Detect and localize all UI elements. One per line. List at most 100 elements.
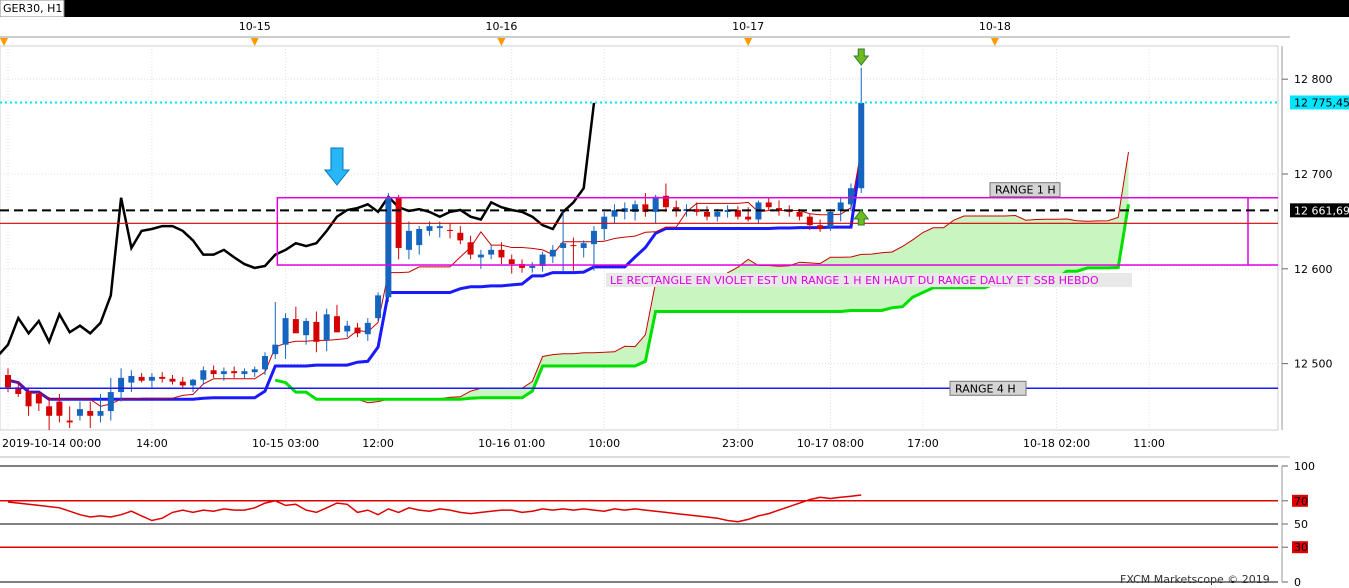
rsi-tick-label: 100: [1294, 460, 1315, 473]
black-line-tag: 12 661,69: [1290, 203, 1349, 218]
candle-body: [498, 249, 505, 258]
candle-body: [118, 377, 125, 393]
candle-body: [35, 393, 42, 404]
candle-body: [385, 197, 392, 298]
chart-canvas: GER30, H1 10-15 10-16 10-17 10-18 RANGE 1 H…: [0, 0, 1349, 588]
time-axis-label: 2019-10-14 00:00: [2, 437, 101, 450]
candle-body: [231, 371, 238, 374]
candle-body: [169, 378, 176, 382]
candle-body: [354, 327, 361, 334]
time-axis-label: 11:00: [1133, 437, 1165, 450]
candle-body: [416, 228, 423, 246]
candle-body: [66, 420, 73, 423]
candle-body: [560, 243, 567, 248]
range-4h-label: RANGE 4 H: [949, 380, 1027, 396]
date-header: [0, 17, 1290, 37]
candle-body: [87, 411, 94, 416]
candle-body: [447, 229, 454, 231]
candle-body: [477, 254, 484, 258]
price-tick-label: 12 700: [1294, 168, 1333, 181]
date-marker-triangle: [497, 38, 506, 46]
date-header-label: 10-18: [979, 20, 1011, 33]
rsi-tick-label: 0: [1294, 576, 1301, 588]
candle-body: [590, 230, 597, 245]
candle-body: [97, 411, 104, 416]
range-note: LE RECTANGLE EN VIOLET EST UN RANGE 1 H …: [606, 273, 1132, 288]
candle-body: [549, 249, 556, 257]
candle-body: [817, 225, 824, 229]
candle-body: [796, 211, 803, 217]
rsi-tick-label: 50: [1294, 518, 1308, 531]
candle-body: [405, 230, 412, 250]
candle-body: [220, 371, 227, 375]
candle-body: [272, 344, 279, 355]
title-bar: [0, 0, 1349, 17]
candle-body: [467, 242, 474, 255]
rsi-panel: 100 70 50 30 0: [0, 456, 1315, 588]
rsi-tick-label: 70: [1294, 495, 1308, 508]
price-tick-label: 12 500: [1294, 358, 1333, 371]
date-marker-triangle: [744, 38, 753, 46]
candle-body: [457, 232, 464, 241]
candle-body: [745, 216, 752, 220]
candle-body: [107, 392, 114, 412]
candle-body: [148, 376, 155, 381]
candle-body: [313, 321, 320, 342]
candle-body: [426, 226, 433, 231]
candle-body: [25, 392, 32, 407]
time-axis: 2019-10-14 00:00 14:00 10-15 03:00 12:00 10-…: [2, 437, 1165, 450]
time-axis-label: 10-17 08:00: [797, 437, 864, 450]
candle-body: [138, 376, 145, 381]
date-header-label: 10-16: [485, 20, 517, 33]
candle-body: [364, 322, 371, 335]
candle-body: [714, 211, 721, 217]
candle-body: [46, 406, 53, 416]
candle-body: [508, 259, 515, 265]
price-tick-label: 12 600: [1294, 263, 1333, 276]
candle-body: [827, 211, 834, 228]
date-marker-triangle: [0, 38, 8, 46]
down-arrow-marker: [323, 147, 351, 186]
time-axis-label: 12:00: [362, 437, 394, 450]
candle-body: [128, 375, 135, 383]
footer-copyright: FXCM Marketscope © 2019: [1120, 573, 1270, 586]
candle-body: [529, 265, 536, 268]
time-axis-label: 10:00: [588, 437, 620, 450]
candle-body: [436, 226, 443, 229]
candle-body: [539, 254, 546, 266]
candle-body: [5, 375, 11, 388]
range-4h-label-text: RANGE 4 H: [955, 382, 1016, 395]
candle-body: [570, 245, 577, 247]
candle-body: [323, 314, 330, 340]
candle-body: [251, 369, 258, 373]
chikou-span: [0, 102, 596, 356]
signal-down-arrow: [853, 48, 870, 66]
candle-body: [806, 216, 813, 226]
candle-body: [241, 371, 248, 375]
chart-title: GER30, H1: [3, 2, 62, 15]
candles: [5, 67, 865, 430]
candle-body: [858, 102, 865, 189]
candle-body: [56, 401, 63, 416]
date-header-label: 10-17: [732, 20, 764, 33]
candle-body: [580, 243, 587, 248]
date-header-label: 10-15: [239, 20, 271, 33]
time-axis-label: 14:00: [136, 437, 168, 450]
candle-body: [333, 316, 340, 333]
range-1h-label-text: RANGE 1 H: [995, 184, 1056, 197]
price-axis: 12 800 12 700 12 600 12 500 12 775,45 12 661,…: [1281, 46, 1349, 430]
range-1h-label: RANGE 1 H: [989, 182, 1061, 198]
candle-body: [344, 325, 351, 332]
rsi-tick-label: 30: [1294, 541, 1308, 554]
current-price-tag-text: 12 775,45: [1294, 96, 1349, 109]
time-axis-label: 10-16 01:00: [478, 437, 545, 450]
candle-body: [159, 376, 166, 379]
candle-body: [847, 188, 854, 205]
candle-body: [190, 379, 197, 386]
candle-body: [200, 370, 207, 380]
time-axis-label: 23:00: [722, 437, 754, 450]
candle-body: [704, 211, 711, 217]
indicator-lines: [0, 102, 863, 407]
time-axis-label: 10-15 03:00: [252, 437, 319, 450]
candle-body: [303, 320, 310, 336]
